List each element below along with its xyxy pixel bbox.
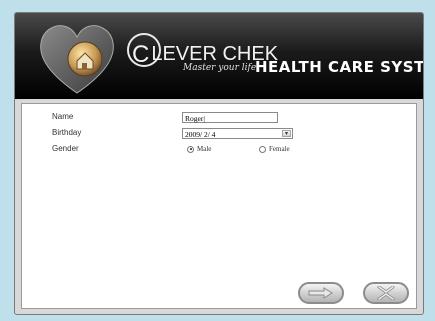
birthday-value: 2009/ 2/ 4	[185, 130, 216, 139]
gender-label: Gender	[52, 144, 79, 153]
chevron-down-icon[interactable]: ▾	[282, 130, 291, 137]
arrow-right-icon	[308, 287, 333, 299]
form-panel: Name Roger| Birthday 2009/ 2/ 4 ▾ Gender…	[21, 103, 417, 309]
name-input[interactable]: Roger|	[182, 112, 278, 123]
heart-house-icon	[40, 25, 114, 94]
gender-male-label: Male	[197, 145, 212, 153]
gender-male-radio[interactable]: Male	[187, 145, 211, 153]
birthday-dropdown[interactable]: 2009/ 2/ 4 ▾	[182, 128, 293, 139]
header-banner: C LEVER CHEK Master your life. HEALTH CAR…	[15, 13, 423, 99]
name-label: Name	[52, 112, 74, 121]
next-button[interactable]	[298, 282, 344, 304]
birthday-label: Birthday	[52, 128, 82, 137]
logo-initial: C	[132, 41, 150, 68]
logo-tagline: Master your life.	[183, 63, 260, 73]
gender-female-radio[interactable]: Female	[259, 145, 290, 153]
cancel-button[interactable]	[363, 282, 409, 304]
app-window: C LEVER CHEK Master your life. HEALTH CAR…	[14, 12, 424, 315]
brand-logo: C LEVER CHEK Master your life.	[127, 33, 278, 93]
header-title: HEALTH CARE SYSTEM	[255, 58, 424, 76]
gender-female-label: Female	[269, 145, 290, 153]
radio-unchecked-icon[interactable]	[259, 145, 266, 153]
x-icon	[377, 286, 395, 300]
radio-checked-icon[interactable]	[187, 145, 194, 153]
